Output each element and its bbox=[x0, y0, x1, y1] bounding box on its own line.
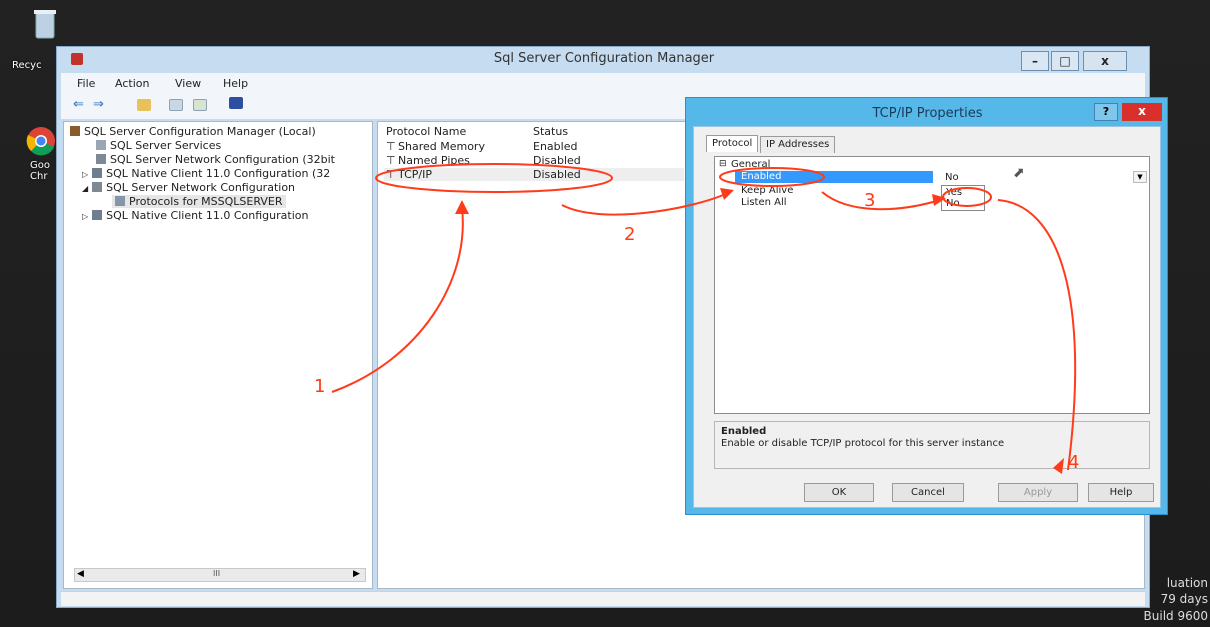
dialog-close-button[interactable]: x bbox=[1122, 103, 1162, 121]
protocol-icon: ⊤ bbox=[386, 154, 396, 167]
close-button[interactable]: x bbox=[1083, 51, 1127, 71]
col-protocol-name[interactable]: Protocol Name bbox=[386, 125, 466, 138]
tree-root[interactable]: SQL Server Configuration Manager (Local) bbox=[70, 125, 316, 138]
protocol-name: TCP/IP bbox=[398, 168, 432, 181]
scroll-thumb[interactable]: III bbox=[213, 569, 220, 578]
tree-item-protocols[interactable]: Protocols for MSSQLSERVER bbox=[112, 195, 286, 208]
annotation-step-4: 4 bbox=[1068, 452, 1080, 473]
native-client-icon bbox=[92, 210, 103, 220]
annotation-step-1: 1 bbox=[314, 376, 326, 397]
protocol-icon: ⊤ bbox=[386, 140, 396, 153]
minimize-button[interactable]: – bbox=[1021, 51, 1049, 71]
col-status[interactable]: Status bbox=[533, 125, 568, 138]
menu-help[interactable]: Help bbox=[223, 77, 248, 90]
expand-arrow-icon[interactable]: ▷ bbox=[82, 170, 88, 179]
recycle-bin-label: Recyc bbox=[12, 60, 42, 71]
tree-item-native-32[interactable]: ▷ SQL Native Client 11.0 Configuration (3… bbox=[82, 167, 330, 180]
protocol-status: Disabled bbox=[533, 154, 581, 167]
native-client-icon bbox=[92, 168, 103, 178]
tree-item-native[interactable]: ▷ SQL Native Client 11.0 Configuration bbox=[82, 209, 308, 222]
tree-item-network[interactable]: ◢ SQL Server Network Configuration bbox=[82, 181, 295, 194]
tree-native-label: SQL Native Client 11.0 Configuration bbox=[106, 209, 309, 222]
ok-button[interactable]: OK bbox=[804, 483, 874, 502]
help-book-icon[interactable] bbox=[229, 97, 243, 109]
protocol-icon: ⊤ bbox=[386, 168, 396, 181]
back-arrow-icon[interactable]: ⇐ bbox=[73, 97, 84, 112]
tree-network-label: SQL Server Network Configuration bbox=[106, 181, 296, 194]
export-list-icon[interactable] bbox=[193, 99, 207, 111]
status-bar bbox=[61, 591, 1145, 606]
tree-root-label: SQL Server Configuration Manager (Local) bbox=[84, 125, 316, 138]
table-row-selected[interactable]: ⊤ TCP/IP Disabled bbox=[384, 168, 684, 181]
network-config-icon bbox=[92, 182, 103, 192]
protocol-status: Disabled bbox=[533, 168, 581, 181]
dialog-help-button[interactable]: ? bbox=[1094, 103, 1118, 121]
dropdown-arrow-icon[interactable]: ▼ bbox=[1133, 171, 1147, 183]
annotation-step-3: 3 bbox=[864, 190, 876, 211]
menu-file[interactable]: File bbox=[77, 77, 95, 90]
scroll-left-icon[interactable]: ◀ bbox=[77, 569, 84, 579]
tree-item-network-32[interactable]: SQL Server Network Configuration (32bit bbox=[96, 153, 335, 166]
dropdown-option-yes[interactable]: Yes bbox=[946, 187, 962, 198]
description-title: Enabled bbox=[721, 426, 767, 437]
protocol-status: Enabled bbox=[533, 140, 578, 153]
table-row[interactable]: ⊤ Named Pipes Disabled bbox=[384, 154, 684, 167]
tree-network-32-label: SQL Server Network Configuration (32bit bbox=[110, 153, 335, 166]
protocol-name: Named Pipes bbox=[398, 154, 470, 167]
listen-all-prop-name[interactable]: Listen All bbox=[741, 197, 787, 208]
enabled-prop-value: No bbox=[945, 172, 959, 183]
group-collapse-icon[interactable]: ⊟ bbox=[719, 159, 727, 169]
table-row[interactable]: ⊤ Shared Memory Enabled bbox=[384, 140, 684, 153]
menu-view[interactable]: View bbox=[175, 77, 201, 90]
menu-action[interactable]: Action bbox=[115, 77, 149, 90]
maximize-button[interactable]: □ bbox=[1051, 51, 1079, 71]
description-text: Enable or disable TCP/IP protocol for th… bbox=[721, 438, 1005, 449]
protocols-icon bbox=[115, 196, 125, 206]
watermark-line-3: Build 9600 bbox=[1143, 609, 1208, 623]
tab-protocol[interactable]: Protocol bbox=[706, 135, 759, 152]
tree-pane: SQL Server Configuration Manager (Local)… bbox=[63, 121, 373, 589]
recycle-bin-icon[interactable] bbox=[32, 8, 58, 44]
collapse-arrow-icon[interactable]: ◢ bbox=[82, 184, 88, 193]
folder-up-icon[interactable] bbox=[137, 99, 151, 111]
tab-ip-addresses[interactable]: IP Addresses bbox=[760, 136, 836, 153]
tree-protocols-label: Protocols for MSSQLSERVER bbox=[129, 195, 283, 208]
forward-arrow-icon[interactable]: ⇒ bbox=[93, 97, 104, 112]
network-config-icon bbox=[96, 154, 106, 164]
tree-native-32-label: SQL Native Client 11.0 Configuration (32 bbox=[106, 167, 331, 180]
show-hide-tree-icon[interactable] bbox=[169, 99, 183, 111]
tree-horizontal-scrollbar[interactable]: ◀ III ▶ bbox=[74, 568, 366, 582]
cancel-button[interactable]: Cancel bbox=[892, 483, 964, 502]
tree-item-services[interactable]: SQL Server Services bbox=[96, 139, 221, 152]
chrome-label: Goo Chr bbox=[30, 160, 50, 182]
services-icon bbox=[96, 140, 106, 150]
dropdown-option-no[interactable]: No bbox=[946, 198, 960, 209]
window-title: Sql Server Configuration Manager bbox=[493, 51, 715, 66]
protocol-name: Shared Memory bbox=[398, 140, 485, 153]
dialog-body: Protocol IP Addresses ⊟ General Enabled … bbox=[693, 126, 1161, 508]
watermark-line-2: 79 days bbox=[1160, 592, 1208, 606]
scroll-right-icon[interactable]: ▶ bbox=[353, 569, 360, 579]
expand-arrow-icon[interactable]: ▷ bbox=[82, 212, 88, 221]
server-config-icon bbox=[70, 126, 80, 136]
group-general-label: General bbox=[731, 159, 771, 170]
watermark-line-1: luation bbox=[1166, 576, 1208, 590]
chrome-icon[interactable] bbox=[26, 126, 56, 156]
property-row-enabled[interactable]: Enabled No ▼ bbox=[733, 171, 1147, 183]
apply-button[interactable]: Apply bbox=[998, 483, 1078, 502]
annotation-step-2: 2 bbox=[624, 224, 636, 245]
dropdown-list[interactable]: Yes No bbox=[941, 185, 985, 211]
keep-alive-prop-name[interactable]: Keep Alive bbox=[741, 185, 793, 196]
property-grid: ⊟ General Enabled No ▼ Keep Alive Listen… bbox=[714, 156, 1150, 414]
mouse-cursor-icon: ⬈ bbox=[1013, 165, 1025, 181]
help-button[interactable]: Help bbox=[1088, 483, 1154, 502]
tree-services-label: SQL Server Services bbox=[110, 139, 222, 152]
description-box: Enabled Enable or disable TCP/IP protoco… bbox=[714, 421, 1150, 469]
enabled-prop-name: Enabled bbox=[741, 171, 782, 182]
tcpip-properties-dialog: TCP/IP Properties ? x Protocol IP Addres… bbox=[685, 97, 1168, 515]
